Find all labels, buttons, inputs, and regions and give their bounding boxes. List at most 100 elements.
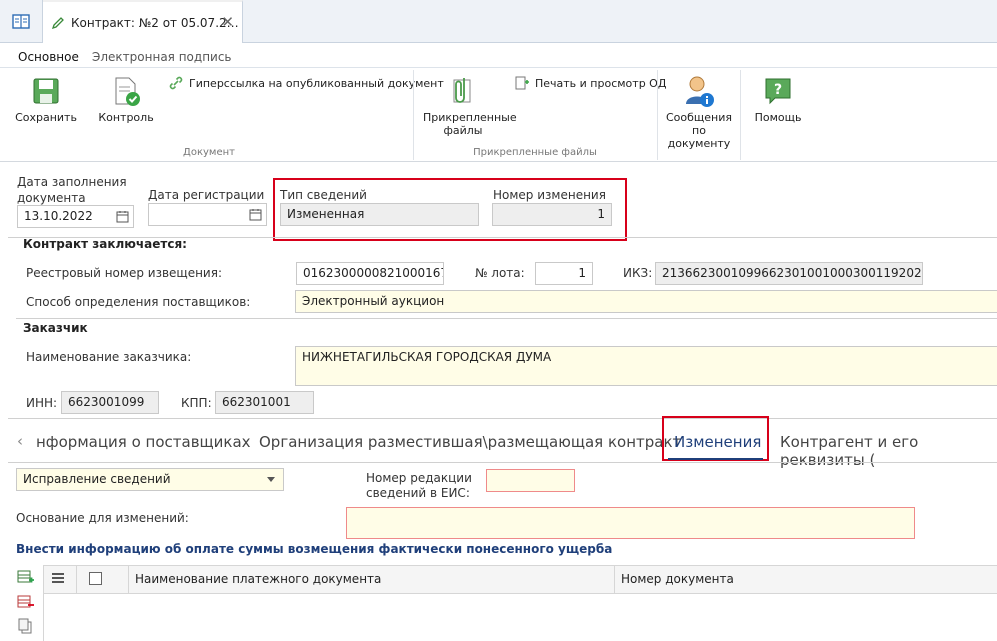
document-tab[interactable]: Контракт: №2 от 05.07.2… ✕ (43, 0, 243, 44)
delete-row-button[interactable] (16, 591, 36, 613)
ikz-value: 213662300109966230100100030011920244 (662, 266, 923, 280)
edition-number-field[interactable] (486, 469, 575, 492)
delete-row-icon (17, 595, 34, 608)
copy-icon (18, 618, 32, 634)
change-number-label: Номер изменения (493, 188, 606, 202)
paperclip-icon (453, 78, 471, 103)
control-label: Контроль (98, 111, 154, 124)
save-button[interactable]: Сохранить (15, 76, 77, 124)
customer-name-value: НИЖНЕТАГИЛЬСКАЯ ГОРОДСКАЯ ДУМА (302, 350, 552, 364)
fill-date-value: 13.10.2022 (24, 209, 93, 223)
lot-field[interactable]: 1 (535, 262, 593, 285)
save-icon (33, 78, 59, 104)
document-check-icon (115, 77, 140, 106)
kpp-field[interactable]: 662301001 (215, 391, 314, 414)
grid-body (43, 594, 997, 641)
lot-value: 1 (578, 266, 586, 280)
svg-text:?: ? (774, 82, 782, 98)
tab-supplier-info[interactable]: нформация о поставщиках (36, 433, 251, 451)
document-tab-title: Контракт: №2 от 05.07.2… (71, 16, 239, 30)
column-menu-icon[interactable] (52, 573, 64, 583)
notice-number-value: 0162300000821000167 (303, 266, 444, 280)
tabs-divider (8, 462, 997, 463)
basis-field[interactable] (346, 507, 915, 539)
ribbon-tab-divider (0, 67, 997, 68)
grid-column-divider (128, 566, 129, 593)
help-button[interactable]: ? Помощь (750, 76, 806, 124)
method-label: Способ определения поставщиков: (26, 295, 251, 309)
customer-section-title: Заказчик (23, 321, 88, 335)
save-label: Сохранить (15, 111, 77, 124)
tabs-scroll-left[interactable]: ‹ (17, 432, 23, 450)
ribbon-separator (657, 70, 658, 160)
inn-value: 6623001099 (68, 395, 145, 409)
help-label: Помощь (754, 111, 802, 124)
method-field[interactable]: Электронный аукцион (295, 290, 997, 313)
hyperlink-label: Гиперссылка на опубликованный документ (189, 76, 444, 90)
tab-changes[interactable]: Изменения (674, 433, 761, 451)
ribbon-tab-main[interactable]: Основное (12, 47, 85, 67)
copy-row-button[interactable] (16, 615, 36, 637)
calendar-icon[interactable] (116, 210, 129, 223)
grid-column-divider (614, 566, 615, 593)
kpp-label: КПП: (181, 396, 212, 410)
edition-number-label: Номер редакции сведений в ЕИС: (366, 471, 472, 500)
close-tab-icon[interactable]: ✕ (221, 13, 234, 31)
home-icon (12, 14, 30, 29)
grid-column-divider (76, 566, 77, 593)
add-row-icon (17, 570, 34, 583)
ikz-label: ИКЗ: (623, 266, 653, 280)
payment-section-title: Внести информацию об оплате суммы возмещ… (16, 542, 613, 556)
ribbon-tab-signature[interactable]: Электронная подпись (86, 47, 238, 67)
chevron-down-icon[interactable] (267, 477, 275, 482)
hyperlink-button[interactable]: Гиперссылка на опубликованный документ (168, 75, 444, 91)
pencil-icon (51, 17, 64, 30)
inn-field[interactable]: 6623001099 (61, 391, 159, 414)
messages-label: Сообщения по документу (665, 111, 732, 150)
add-row-button[interactable] (16, 566, 36, 588)
print-preview-button[interactable]: Печать и просмотр ОД (514, 75, 666, 91)
user-info-icon (686, 76, 714, 107)
group-label-document: Документ (183, 147, 235, 158)
home-tab[interactable] (0, 0, 43, 43)
help-icon: ? (765, 78, 791, 105)
calendar-icon[interactable] (249, 208, 262, 221)
active-tab-underline (668, 458, 763, 460)
tab-counterparty[interactable]: Контрагент и его реквизиты ( (780, 433, 997, 469)
lot-label: № лота: (475, 266, 525, 280)
section-divider (16, 318, 997, 319)
group-label-attached: Прикрепленные файлы (473, 147, 597, 158)
print-preview-label: Печать и просмотр ОД (535, 76, 667, 90)
tab-organization[interactable]: Организация разместившая\размещающая кон… (259, 433, 681, 451)
reason-select[interactable]: Исправление сведений (16, 468, 284, 491)
customer-name-label: Наименование заказчика: (26, 350, 192, 364)
ikz-field[interactable]: 213662300109966230100100030011920244 (655, 262, 923, 285)
basis-label: Основание для изменений: (16, 511, 189, 525)
reg-date-label: Дата регистрации (148, 188, 265, 202)
notice-number-field[interactable]: 0162300000821000167 (296, 262, 444, 285)
attached-files-button[interactable]: Прикрепленные файлы (418, 76, 517, 137)
messages-button[interactable]: Сообщения по документу (660, 74, 738, 150)
column-header-doc-name[interactable]: Наименование платежного документа (135, 572, 381, 586)
ribbon-separator (740, 70, 741, 160)
print-preview-icon (515, 76, 529, 90)
method-value: Электронный аукцион (302, 294, 445, 308)
attached-files-label: Прикрепленные файлы (423, 111, 517, 137)
fill-date-label: Дата заполнения документа (17, 175, 127, 205)
control-button[interactable]: Контроль (96, 76, 156, 124)
contract-section-title: Контракт заключается: (23, 237, 187, 251)
change-number-field[interactable]: 1 (492, 203, 612, 226)
kpp-value: 662301001 (222, 395, 291, 409)
inn-label: ИНН: (26, 396, 58, 410)
link-icon (169, 76, 183, 90)
info-type-field[interactable]: Измененная (280, 203, 479, 226)
section-divider (8, 418, 997, 419)
change-number-value: 1 (597, 207, 605, 221)
notice-number-label: Реестровый номер извещения: (26, 266, 222, 280)
info-type-label: Тип сведений (280, 188, 367, 202)
reason-select-value: Исправление сведений (23, 472, 171, 486)
column-header-doc-number[interactable]: Номер документа (621, 572, 734, 586)
customer-name-field[interactable]: НИЖНЕТАГИЛЬСКАЯ ГОРОДСКАЯ ДУМА (295, 346, 997, 386)
info-type-value: Измененная (287, 207, 365, 221)
select-all-checkbox[interactable] (89, 572, 102, 585)
